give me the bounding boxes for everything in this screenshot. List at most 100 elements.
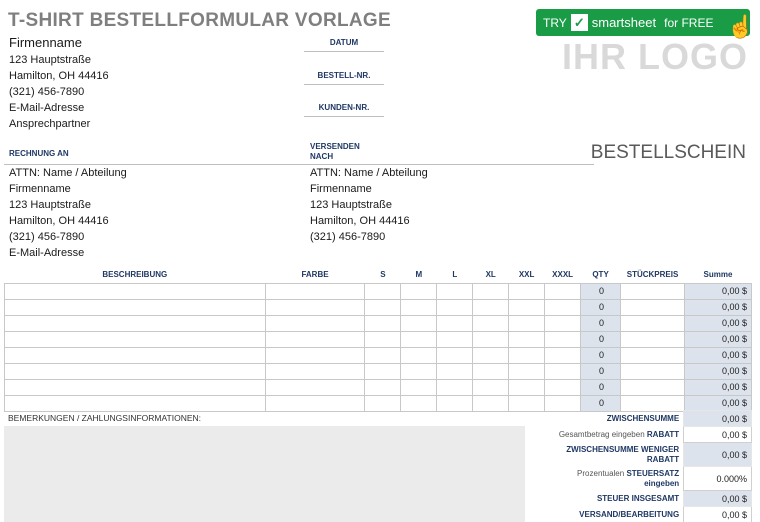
- qty-cell: 0: [580, 298, 622, 316]
- size-m-cell[interactable]: [400, 314, 438, 332]
- size-xl-cell[interactable]: [472, 362, 510, 380]
- qty-cell: 0: [580, 394, 622, 412]
- color-cell[interactable]: [264, 346, 366, 364]
- size-xxl-cell[interactable]: [508, 362, 546, 380]
- size-xxl-cell[interactable]: [508, 282, 546, 300]
- discount-input[interactable]: 0,00 $: [683, 426, 752, 443]
- size-l-cell[interactable]: [436, 346, 474, 364]
- customer-number-field[interactable]: KUNDEN-NR.: [304, 103, 384, 117]
- subtotal-less-value: 0,00 $: [683, 442, 752, 467]
- size-xxl-cell[interactable]: [508, 314, 546, 332]
- bill-to-street: 123 Hauptstraße: [9, 199, 91, 211]
- size-xl-cell[interactable]: [472, 314, 510, 332]
- size-m-cell[interactable]: [400, 282, 438, 300]
- size-s-cell[interactable]: [364, 330, 402, 348]
- size-xl-cell[interactable]: [472, 346, 510, 364]
- remarks-area[interactable]: [4, 426, 525, 522]
- color-cell[interactable]: [264, 314, 366, 332]
- size-xxxl-cell[interactable]: [544, 394, 582, 412]
- size-m-cell[interactable]: [400, 362, 438, 380]
- tax-rate-row: Prozentualen STEUERSATZ eingeben 0.000%: [528, 466, 752, 491]
- size-xxl-cell[interactable]: [508, 330, 546, 348]
- col-header-qty: QTY: [592, 270, 609, 280]
- color-cell[interactable]: [264, 298, 366, 316]
- qty-cell: 0: [580, 314, 622, 332]
- date-field[interactable]: DATUM: [304, 38, 384, 52]
- size-xxxl-cell[interactable]: [544, 330, 582, 348]
- size-xxl-cell[interactable]: [508, 346, 546, 364]
- size-l-cell[interactable]: [436, 282, 474, 300]
- size-xl-cell[interactable]: [472, 378, 510, 396]
- size-xxxl-cell[interactable]: [544, 346, 582, 364]
- size-l-cell[interactable]: [436, 362, 474, 380]
- size-m-cell[interactable]: [400, 330, 438, 348]
- size-xxxl-cell[interactable]: [544, 362, 582, 380]
- unit-price-cell[interactable]: [620, 298, 685, 316]
- size-s-cell[interactable]: [364, 362, 402, 380]
- size-s-cell[interactable]: [364, 282, 402, 300]
- description-cell[interactable]: [4, 314, 266, 332]
- size-s-cell[interactable]: [364, 378, 402, 396]
- size-xxl-cell[interactable]: [508, 298, 546, 316]
- size-m-cell[interactable]: [400, 346, 438, 364]
- bill-to-phone: (321) 456-7890: [9, 231, 85, 243]
- subtotal-value: 0,00 $: [683, 410, 752, 427]
- size-xl-cell[interactable]: [472, 298, 510, 316]
- description-cell[interactable]: [4, 362, 266, 380]
- tax-rate-input[interactable]: 0.000%: [683, 466, 752, 491]
- description-cell[interactable]: [4, 394, 266, 412]
- size-m-cell[interactable]: [400, 298, 438, 316]
- size-xxl-cell[interactable]: [508, 378, 546, 396]
- discount-hint: Gesamtbetrag eingeben: [558, 430, 645, 439]
- col-header-color: FARBE: [301, 270, 329, 280]
- size-xl-cell[interactable]: [472, 394, 510, 412]
- size-l-cell[interactable]: [436, 330, 474, 348]
- description-cell[interactable]: [4, 330, 266, 348]
- color-cell[interactable]: [264, 394, 366, 412]
- unit-price-cell[interactable]: [620, 346, 685, 364]
- customer-number-label: KUNDEN-NR.: [318, 103, 370, 112]
- line-total-cell: 0,00 $: [684, 394, 752, 412]
- size-xxxl-cell[interactable]: [544, 298, 582, 316]
- unit-price-cell[interactable]: [620, 282, 685, 300]
- shipping-input[interactable]: 0,00 $: [683, 506, 752, 522]
- size-m-cell[interactable]: [400, 378, 438, 396]
- unit-price-cell[interactable]: [620, 314, 685, 332]
- size-l-cell[interactable]: [436, 314, 474, 332]
- unit-price-cell[interactable]: [620, 362, 685, 380]
- size-xxxl-cell[interactable]: [544, 314, 582, 332]
- table-row: 0 0,00 $: [4, 282, 752, 300]
- unit-price-cell[interactable]: [620, 330, 685, 348]
- unit-price-cell[interactable]: [620, 378, 685, 396]
- description-cell[interactable]: [4, 346, 266, 364]
- description-cell[interactable]: [4, 378, 266, 396]
- size-xl-cell[interactable]: [472, 282, 510, 300]
- size-l-cell[interactable]: [436, 298, 474, 316]
- size-s-cell[interactable]: [364, 394, 402, 412]
- bill-to-city: Hamilton, OH 44416: [9, 215, 109, 227]
- size-l-cell[interactable]: [436, 378, 474, 396]
- size-s-cell[interactable]: [364, 298, 402, 316]
- description-cell[interactable]: [4, 298, 266, 316]
- order-number-field[interactable]: BESTELL-NR.: [304, 71, 384, 85]
- color-cell[interactable]: [264, 330, 366, 348]
- size-l-cell[interactable]: [436, 394, 474, 412]
- size-s-cell[interactable]: [364, 314, 402, 332]
- size-xxxl-cell[interactable]: [544, 282, 582, 300]
- smartsheet-try-banner[interactable]: TRY ✓ smartsheet for FREE: [536, 9, 750, 36]
- shipping-row: VERSAND/BEARBEITUNG 0,00 $: [528, 506, 752, 522]
- size-s-cell[interactable]: [364, 346, 402, 364]
- size-m-cell[interactable]: [400, 394, 438, 412]
- unit-price-cell[interactable]: [620, 394, 685, 412]
- color-cell[interactable]: [264, 378, 366, 396]
- col-header-xxxl: XXXL: [552, 270, 574, 280]
- size-xxxl-cell[interactable]: [544, 378, 582, 396]
- size-xxl-cell[interactable]: [508, 394, 546, 412]
- size-xl-cell[interactable]: [472, 330, 510, 348]
- description-cell[interactable]: [4, 282, 266, 300]
- color-cell[interactable]: [264, 362, 366, 380]
- subtotal-label: ZWISCHENSUMME: [606, 414, 680, 423]
- bill-to-attn: ATTN: Name / Abteilung: [9, 167, 127, 179]
- sender-phone: (321) 456-7890: [9, 86, 85, 98]
- color-cell[interactable]: [264, 282, 366, 300]
